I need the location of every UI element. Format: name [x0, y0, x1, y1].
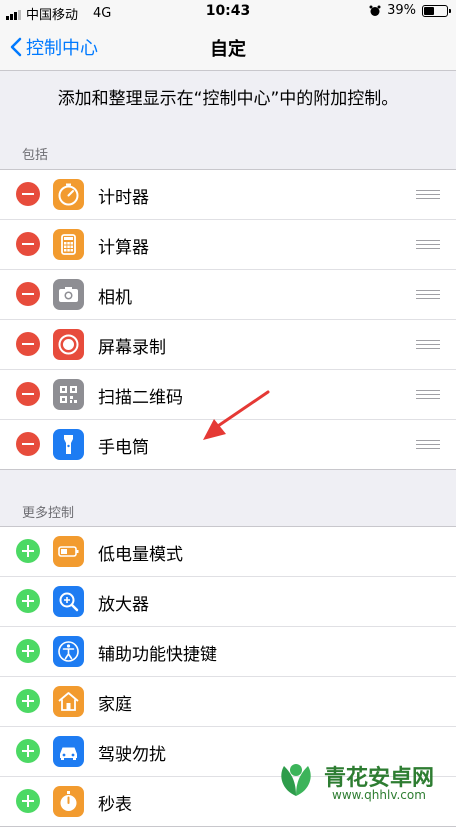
annotation-arrow: [203, 390, 270, 440]
watermark-logo: 青花安卓网 www.qhhlv.com: [272, 756, 452, 806]
